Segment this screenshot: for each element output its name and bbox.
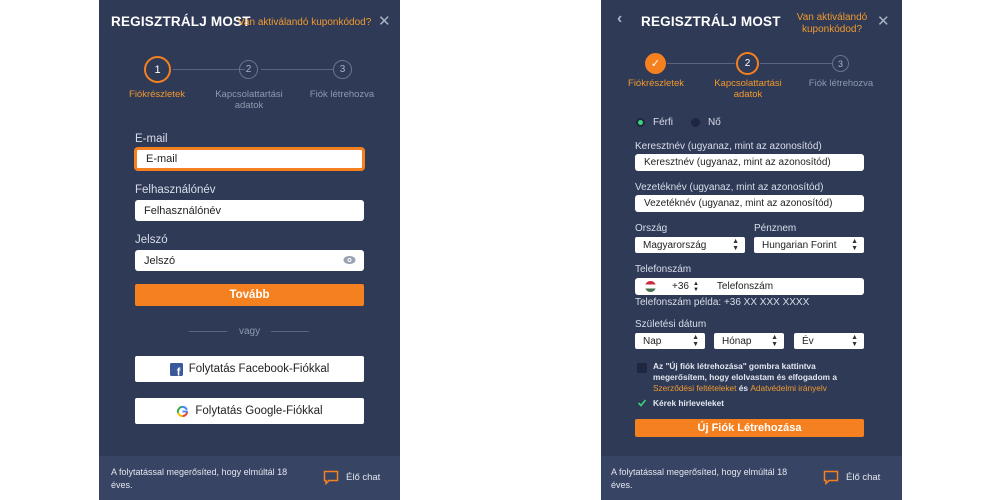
newsletter-label: Kérek hírleveleket: [653, 398, 725, 408]
age-confirmation-text: A folytatással megerősíted, hogy elmúltá…: [111, 467, 288, 490]
terms-checkbox[interactable]: [637, 363, 647, 373]
phone-example-text: Telefonszám példa: +36 XX XXX XXXX: [635, 297, 810, 308]
panel-footer: A folytatással megerősíted, hogy elmúltá…: [99, 456, 400, 500]
country-select[interactable]: Magyarország ▲ ▼: [635, 237, 745, 253]
dob-year-select[interactable]: Év ▲ ▼: [794, 333, 864, 349]
eye-icon[interactable]: [343, 255, 356, 265]
chat-icon: [823, 470, 839, 485]
panel-footer: A folytatással megerősíted, hogy elmúltá…: [601, 456, 902, 500]
close-icon[interactable]: ✕: [378, 12, 391, 30]
checkmark-icon: [637, 399, 647, 407]
coupon-link[interactable]: Van aktiválandó kuponkódod?: [238, 17, 371, 29]
step-1-label: Fiókrészletek: [628, 78, 684, 89]
username-label: Felhasználónév: [135, 184, 216, 196]
facebook-icon: f: [169, 362, 183, 376]
password-input[interactable]: Jelszó: [135, 250, 364, 271]
divider-right: [271, 331, 309, 332]
select-arrows-icon: ▲ ▼: [771, 334, 778, 348]
password-placeholder: Jelszó: [144, 254, 176, 267]
select-arrows-icon: ▲ ▼: [851, 334, 858, 348]
terms-text-and: és: [736, 383, 751, 393]
live-chat-label: Élő chat: [346, 472, 381, 483]
live-chat-button[interactable]: Élő chat: [323, 470, 380, 485]
chat-icon: [323, 470, 339, 485]
gender-female-label: Nő: [708, 117, 721, 128]
divider-left: [189, 331, 227, 332]
dob-day-value: Nap: [643, 335, 662, 347]
facebook-button-label: Folytatás Facebook-Fiókkal: [188, 363, 330, 375]
step-3-label: Fiók létrehozva: [309, 89, 375, 100]
firstname-label: Keresztnév (ugyanaz, mint az azonosítód): [635, 141, 822, 152]
page-title: REGISZTRÁLJ MOST: [111, 14, 251, 29]
currency-value: Hungarian Forint: [762, 239, 837, 251]
lastname-label: Vezetéknév (ugyanaz, mint az azonosítód): [635, 182, 824, 193]
step-2-circle: 2: [239, 60, 258, 79]
dob-label: Születési dátum: [635, 319, 707, 330]
page-title: REGISZTRÁLJ MOST: [641, 14, 781, 29]
step-3-label: Fiók létrehozva: [808, 78, 874, 89]
country-value: Magyarország: [643, 239, 707, 251]
select-arrows-icon: ▲ ▼: [692, 334, 699, 348]
dob-month-value: Hónap: [722, 335, 752, 347]
phone-country-code[interactable]: +36: [672, 281, 689, 292]
or-text: vagy: [239, 326, 261, 337]
username-input[interactable]: Felhasználónév: [135, 200, 364, 221]
step-1-circle: 1: [144, 56, 171, 83]
country-label: Ország: [635, 223, 668, 234]
coupon-link[interactable]: Van aktiválandó kuponkódod?: [796, 12, 868, 36]
select-arrows-icon: ▲ ▼: [848, 238, 858, 252]
dob-month-select[interactable]: Hónap ▲ ▼: [714, 333, 784, 349]
currency-select[interactable]: Hungarian Forint ▲ ▼: [754, 237, 864, 253]
currency-label: Pénznem: [754, 223, 797, 234]
create-account-button[interactable]: Új Fiók Létrehozása: [635, 419, 864, 437]
facebook-login-button[interactable]: f Folytatás Facebook-Fiókkal: [135, 356, 364, 382]
close-icon[interactable]: ✕: [877, 12, 890, 30]
next-button[interactable]: Tovább: [135, 284, 364, 306]
live-chat-label: Élő chat: [846, 472, 881, 483]
gender-male-label: Férfi: [653, 117, 673, 128]
svg-text:f: f: [176, 366, 180, 376]
terms-link[interactable]: Szerződési feltételeket: [653, 383, 736, 393]
dob-year-value: Év: [802, 335, 814, 347]
password-label: Jelszó: [135, 234, 168, 246]
google-button-label: Folytatás Google-Fiókkal: [195, 405, 323, 417]
firstname-input[interactable]: Keresztnév (ugyanaz, mint az azonosítód): [635, 154, 864, 171]
step-3-circle: 3: [333, 60, 352, 79]
step-1-label: Fiókrészletek: [129, 89, 185, 100]
step-connector: [261, 69, 333, 70]
email-label: E-mail: [135, 133, 168, 145]
terms-text-prefix: Az "Új fiók létrehozása" gombra kattintv…: [653, 361, 837, 382]
chevron-left-icon[interactable]: ‹: [617, 10, 622, 28]
gender-female-radio[interactable]: [691, 118, 700, 127]
phone-input[interactable]: Telefonszám: [717, 281, 773, 292]
gender-male-radio[interactable]: [636, 118, 645, 127]
step-3-circle: 3: [832, 55, 849, 72]
registration-panel-step2: ‹ REGISZTRÁLJ MOST Van aktiválandó kupon…: [601, 0, 902, 500]
newsletter-checkbox[interactable]: [637, 398, 647, 408]
email-input[interactable]: E-mail: [135, 148, 364, 170]
registration-panel-step1: REGISZTRÁLJ MOST Van aktiválandó kuponkó…: [99, 0, 400, 500]
lastname-input[interactable]: Vezetéknév (ugyanaz, mint az azonosítód): [635, 195, 864, 212]
step-connector: [173, 69, 245, 70]
phone-field[interactable]: +36 ▲ ▼ Telefonszám: [635, 278, 864, 295]
step-1-done-icon: ✓: [645, 53, 666, 74]
live-chat-button[interactable]: Élő chat: [823, 470, 880, 485]
phone-label: Telefonszám: [635, 264, 692, 275]
step-connector: [760, 63, 832, 64]
google-icon: [177, 405, 189, 417]
select-arrows-icon: ▲ ▼: [732, 238, 739, 252]
google-login-button[interactable]: Folytatás Google-Fiókkal: [135, 398, 364, 424]
phone-code-arrows-icon: ▲ ▼: [692, 280, 699, 293]
step-2-circle: 2: [736, 52, 759, 75]
dob-day-select[interactable]: Nap ▲ ▼: [635, 333, 705, 349]
terms-text: Az "Új fiók létrehozása" gombra kattintv…: [653, 361, 865, 394]
step-2-label: Kapcsolattartási adatok: [714, 78, 782, 100]
step-2-label: Kapcsolattartási adatok: [215, 89, 283, 111]
hungary-flag-icon: [645, 281, 656, 292]
age-confirmation-text: A folytatással megerősíted, hogy elmúltá…: [611, 467, 788, 490]
privacy-link[interactable]: Adatvédelmi irányelv: [750, 383, 827, 393]
step-connector: [667, 63, 735, 64]
